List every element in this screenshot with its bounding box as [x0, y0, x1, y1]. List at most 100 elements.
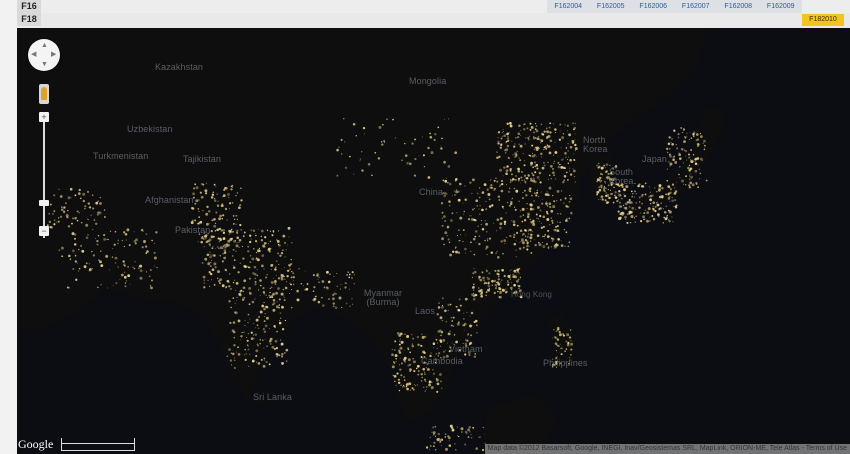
city-light — [438, 373, 442, 376]
tab-f162008[interactable]: F162008 — [717, 0, 760, 13]
city-light — [347, 271, 350, 274]
city-light — [398, 364, 400, 366]
city-light — [229, 251, 231, 253]
night-lights-map[interactable]: Kazakhstan Mongolia Uzbekistan Turkmenis… — [17, 28, 850, 454]
city-light — [616, 199, 619, 203]
city-light — [526, 244, 529, 248]
city-light — [222, 214, 225, 217]
tab-f162004[interactable]: F162004 — [547, 0, 590, 13]
city-light — [613, 186, 615, 189]
pan-left-icon[interactable]: ◀ — [31, 51, 36, 58]
city-light — [568, 133, 572, 137]
city-light — [386, 118, 388, 120]
city-light — [398, 389, 401, 392]
city-light — [231, 228, 233, 231]
pegman-icon[interactable] — [39, 84, 49, 104]
city-light — [382, 123, 384, 126]
city-light — [205, 192, 208, 195]
label-kazakhstan: Kazakhstan — [155, 62, 204, 72]
map-attribution[interactable]: Map data ©2012 Basarsoft, Google, INEGI,… — [484, 444, 850, 454]
city-light — [657, 213, 660, 216]
city-light — [264, 313, 266, 315]
city-light — [292, 272, 295, 275]
city-light — [531, 155, 533, 157]
zoom-slider-handle[interactable] — [39, 200, 49, 206]
pan-up-icon[interactable]: ▲ — [41, 42, 48, 49]
city-light — [467, 428, 470, 432]
city-light — [427, 176, 431, 179]
city-light — [560, 347, 563, 350]
city-light — [336, 285, 339, 288]
tab-f162007[interactable]: F162007 — [675, 0, 718, 13]
tab-f162009[interactable]: F162009 — [760, 0, 803, 13]
zoom-slider-track[interactable] — [43, 120, 45, 238]
tab-f162005[interactable]: F162005 — [590, 0, 633, 13]
city-light — [440, 334, 442, 337]
city-light — [529, 207, 533, 211]
city-light — [397, 378, 401, 381]
city-light — [232, 266, 236, 269]
city-light — [407, 364, 410, 367]
tab-f182010-active[interactable]: F182010 — [802, 14, 844, 26]
city-light — [425, 381, 427, 382]
city-light — [549, 139, 553, 143]
city-light — [123, 231, 126, 234]
city-light — [216, 228, 220, 232]
city-light — [213, 197, 216, 200]
city-light — [487, 277, 490, 281]
city-light — [498, 286, 501, 289]
city-light — [548, 202, 552, 206]
pan-control-icon[interactable]: ▲ ▼ ◀ ▶ — [28, 39, 60, 71]
city-light — [685, 175, 687, 178]
city-light — [515, 175, 518, 177]
tab-f162006[interactable]: F162006 — [632, 0, 675, 13]
city-light — [228, 300, 231, 303]
city-light — [123, 263, 126, 266]
city-light — [232, 321, 236, 324]
city-light — [534, 192, 536, 195]
city-light — [519, 129, 521, 131]
city-light — [502, 175, 504, 177]
city-light — [312, 274, 315, 277]
city-light — [225, 244, 229, 247]
city-light — [457, 198, 461, 202]
city-light — [255, 240, 258, 243]
city-light — [77, 192, 81, 195]
city-light — [527, 138, 530, 141]
city-light — [488, 205, 492, 208]
city-light — [261, 254, 265, 257]
pan-right-icon[interactable]: ▶ — [51, 51, 56, 58]
city-light — [676, 147, 679, 150]
city-light — [239, 339, 241, 341]
city-light — [617, 192, 619, 194]
city-light — [338, 296, 342, 300]
city-light — [406, 335, 410, 338]
city-light — [493, 179, 496, 182]
city-light — [478, 196, 481, 199]
city-light — [517, 179, 520, 182]
city-light — [424, 371, 426, 373]
city-light — [249, 318, 251, 320]
city-light — [483, 279, 486, 282]
city-light — [336, 174, 339, 177]
zoom-out-icon[interactable]: − — [39, 226, 49, 236]
city-light — [128, 274, 131, 277]
city-light — [424, 335, 427, 338]
city-light — [69, 258, 72, 261]
city-light — [55, 221, 57, 223]
city-light — [383, 141, 386, 144]
city-light — [487, 193, 491, 196]
city-light — [222, 194, 226, 197]
city-light — [639, 212, 641, 214]
city-light — [454, 251, 456, 253]
city-light — [688, 178, 691, 181]
city-light — [522, 214, 525, 216]
city-light — [540, 191, 542, 193]
city-light — [398, 343, 401, 346]
zoom-in-icon[interactable]: + — [39, 112, 49, 122]
city-light — [478, 235, 481, 238]
pan-down-icon[interactable]: ▼ — [41, 61, 48, 68]
city-light — [459, 304, 462, 307]
city-light — [504, 242, 506, 244]
city-light — [559, 130, 561, 132]
